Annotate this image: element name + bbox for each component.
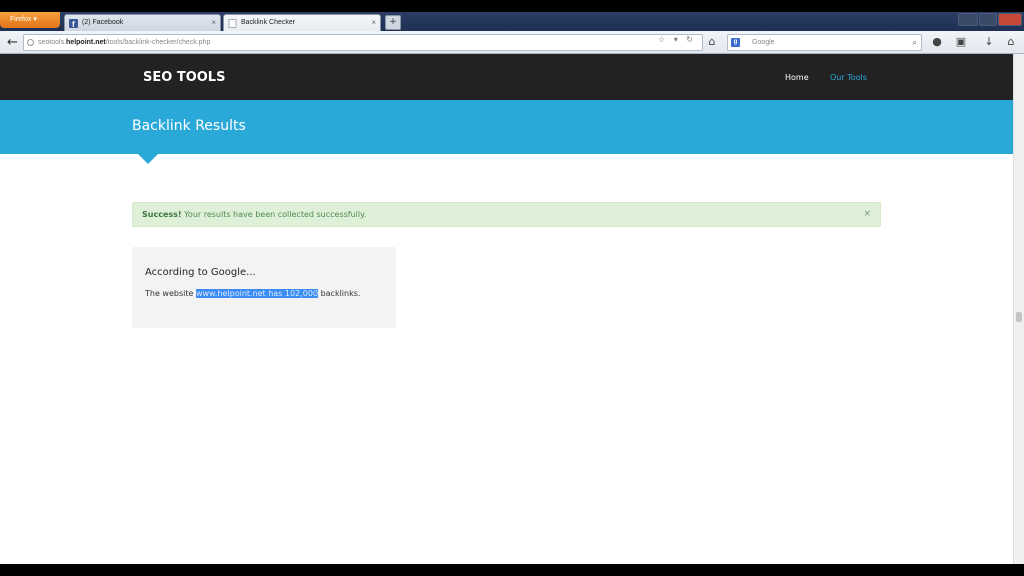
download-icon[interactable]: ↓ [981, 34, 997, 50]
browser-window: Firefox ▾ f (2) Facebook × Backlink Chec… [0, 12, 1024, 564]
alert-message: Your results have been collected success… [184, 210, 367, 219]
search-bar[interactable]: g Google ⌕ [727, 34, 922, 51]
alert-strong: Success! [142, 210, 182, 219]
page-banner: Backlink Results [0, 100, 1013, 154]
close-tab-icon[interactable]: × [371, 15, 376, 30]
result-text-after: backlinks. [320, 289, 361, 298]
window-close-button[interactable] [998, 13, 1022, 26]
maximize-button[interactable] [979, 13, 997, 26]
url-prefix: seotools. [38, 39, 67, 46]
tab-strip: Firefox ▾ f (2) Facebook × Backlink Chec… [0, 12, 1024, 31]
search-icon[interactable]: ⌕ [913, 35, 917, 50]
site-header: SEO TOOLS Home Our Tools [0, 54, 1013, 100]
result-panel: According to Google... The website www.h… [132, 247, 396, 328]
close-icon[interactable]: × [863, 203, 871, 226]
globe-icon [27, 39, 34, 46]
selected-result-text[interactable]: www.helpoint.net has 102,000 [195, 289, 319, 298]
nav-link-home[interactable]: Home [785, 73, 809, 82]
tab-label: Backlink Checker [241, 19, 296, 26]
banner-pointer [138, 154, 158, 164]
home-app-icon[interactable]: ⌂ [704, 34, 720, 50]
tab-backlink-checker[interactable]: Backlink Checker × [223, 14, 381, 31]
svg-text:f: f [72, 20, 75, 28]
bookmark-star-reload-icons[interactable]: ☆ ▾ ↻ [658, 35, 696, 44]
navigation-toolbar: ← seotools.helpoint.net/tools/backlink-c… [0, 31, 1024, 54]
window-menu-icon[interactable]: ▣ [953, 34, 969, 50]
scrollbar-thumb[interactable] [1016, 312, 1022, 322]
url-host: helpoint.net [66, 39, 106, 46]
site-brand[interactable]: SEO TOOLS [143, 70, 225, 85]
web-page: SEO TOOLS Home Our Tools Backlink Result… [0, 54, 1013, 564]
result-text-before: The website [145, 289, 194, 298]
result-heading: According to Google... [145, 267, 256, 278]
google-engine-icon[interactable]: g [731, 38, 740, 47]
page-icon [228, 19, 237, 28]
firefox-menu-label: Firefox [10, 16, 32, 23]
address-bar[interactable]: seotools.helpoint.net/tools/backlink-che… [23, 34, 703, 51]
search-placeholder: Google [752, 39, 775, 46]
back-arrow-icon[interactable]: ← [4, 34, 21, 51]
firefox-menu-button[interactable]: Firefox ▾ [0, 12, 60, 28]
url-path: /tools/backlink-checker/check.php [105, 39, 211, 46]
close-tab-icon[interactable]: × [211, 15, 216, 30]
addon-icon[interactable]: ● [929, 34, 945, 50]
new-tab-button[interactable]: + [385, 15, 401, 30]
minimize-button[interactable] [958, 13, 978, 26]
page-title: Backlink Results [132, 118, 246, 134]
tab-facebook[interactable]: f (2) Facebook × [64, 14, 221, 31]
nav-link-our-tools[interactable]: Our Tools [830, 73, 867, 82]
tab-label: (2) Facebook [82, 19, 124, 26]
success-alert: Success! Your results have been collecte… [132, 202, 881, 227]
video-frame: Firefox ▾ f (2) Facebook × Backlink Chec… [0, 0, 1024, 576]
home-icon[interactable]: ⌂ [1003, 34, 1019, 50]
page-scrollbar[interactable] [1013, 54, 1024, 564]
result-text: The website www.helpoint.net has 102,000… [145, 287, 385, 301]
facebook-icon: f [69, 19, 78, 28]
